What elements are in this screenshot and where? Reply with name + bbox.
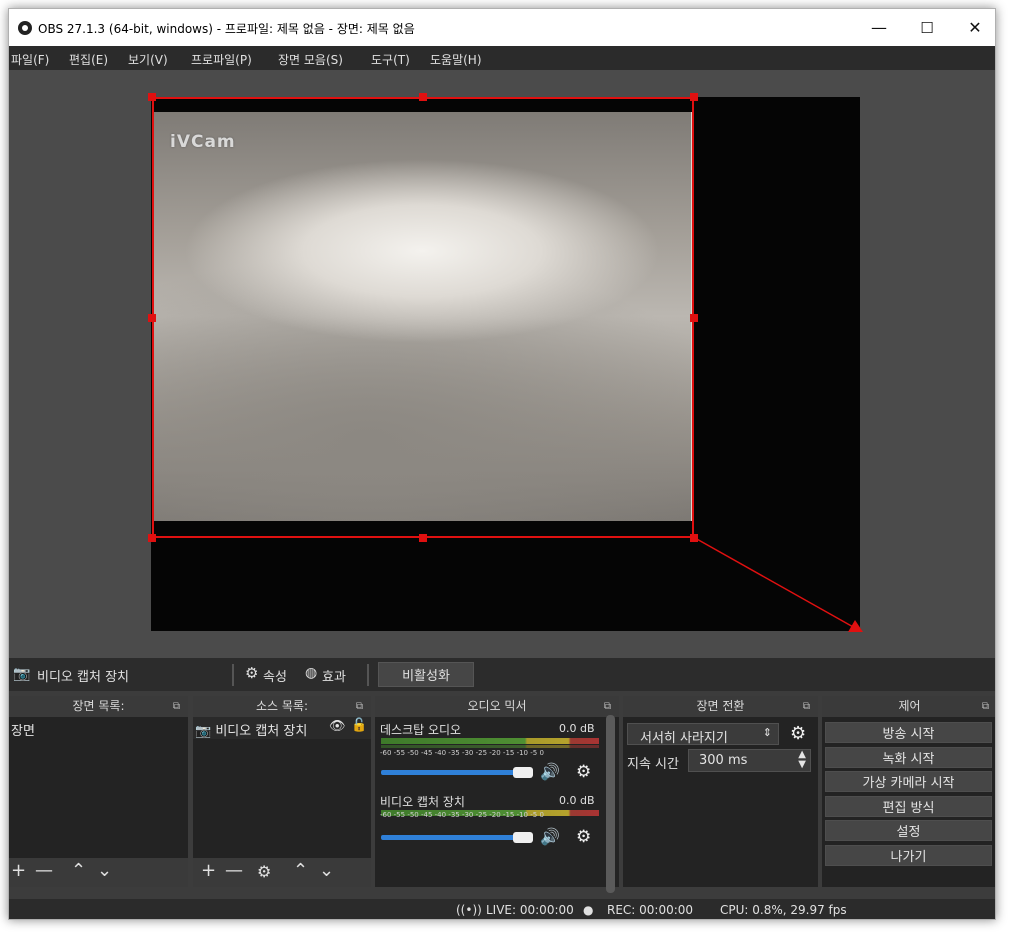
cpu-fps-readout: CPU: 0.8%, 29.97 fps	[720, 903, 847, 917]
transition-selected-value: 서서히 사라지기	[640, 731, 728, 746]
undock-icon[interactable]: ⧉	[604, 696, 611, 717]
controls-title: 제어	[898, 699, 921, 713]
window-title: OBS 27.1.3 (64-bit, windows) - 프로파일: 제목 …	[38, 22, 415, 36]
move-up-icon[interactable]: ⌃	[71, 860, 86, 881]
scene-item[interactable]: 장면	[9, 717, 188, 739]
selected-source-name: 비디오 캡처 장치	[37, 670, 129, 685]
menu-scene-collection[interactable]: 장면 모음(S)	[278, 51, 343, 68]
exit-button[interactable]: 나가기	[825, 845, 992, 866]
live-icon: ((•))	[456, 903, 482, 917]
gear-icon[interactable]: ⚙	[576, 827, 591, 847]
mixer-channel-db: 0.0 dB	[559, 722, 595, 735]
mixer-channel-name: 비디오 캡처 장치	[380, 795, 465, 809]
start-virtual-camera-button[interactable]: 가상 카메라 시작	[825, 771, 992, 792]
meter-scale: -60 -55 -50 -45 -40 -35 -30 -25 -20 -15 …	[380, 811, 544, 819]
close-button[interactable]: ✕	[951, 9, 995, 46]
volume-slider-handle[interactable]	[513, 832, 533, 843]
sources-dock-title: 소스 목록: ⧉	[193, 696, 371, 717]
duration-spinbox[interactable]: 300 ms ▲ ▼	[688, 749, 811, 772]
mixer-scrollbar[interactable]	[606, 715, 615, 893]
obs-window: OBS 27.1.3 (64-bit, windows) - 프로파일: 제목 …	[8, 8, 996, 920]
undock-icon[interactable]: ⧉	[803, 696, 810, 717]
volume-meter	[381, 745, 599, 748]
move-down-icon[interactable]: ⌄	[97, 860, 112, 881]
deactivate-button[interactable]: 비활성화	[378, 662, 474, 687]
transitions-dock-title: 장면 전환 ⧉	[623, 696, 818, 717]
properties-button[interactable]: 속성	[263, 666, 287, 685]
stepper-arrows-icon[interactable]: ▲ ▼	[798, 750, 806, 770]
start-streaming-button[interactable]: 방송 시작	[825, 722, 992, 743]
source-toolbar: 📷 비디오 캡처 장치 ⚙ 속성 ◍ 효과 비활성화	[9, 658, 995, 691]
source-item-label: 비디오 캡처 장치	[215, 724, 308, 739]
sources-toolbar: + — ⚙ ⌃ ⌄	[193, 858, 371, 887]
gear-icon[interactable]: ⚙	[245, 664, 258, 682]
lock-icon[interactable]: 🔓	[351, 718, 367, 733]
menu-view[interactable]: 보기(V)	[128, 51, 168, 68]
mixer-channel-name: 데스크탑 오디오	[380, 723, 462, 737]
gear-icon[interactable]: ⚙	[576, 762, 591, 782]
mixer-dock-title: 오디오 믹서 ⧉	[375, 696, 619, 717]
volume-meter	[381, 738, 599, 744]
filter-icon[interactable]: ◍	[305, 665, 317, 681]
speaker-icon[interactable]: 🔊	[540, 762, 560, 781]
studio-mode-button[interactable]: 편집 방식	[825, 796, 992, 817]
gear-icon[interactable]: ⚙	[790, 723, 806, 744]
camera-icon: 📷	[13, 666, 31, 682]
volume-slider-handle[interactable]	[513, 767, 533, 778]
volume-slider[interactable]	[381, 770, 521, 775]
controls-dock-title: 제어 ⧉	[822, 696, 995, 717]
status-bar: ((•)) LIVE: 00:00:00 ● REC: 00:00:00 CPU…	[9, 899, 995, 919]
transitions-title: 장면 전환	[696, 699, 745, 713]
toolbar-divider	[232, 664, 234, 686]
camera-icon: 📷	[195, 724, 212, 739]
source-item[interactable]: 📷 비디오 캡처 장치 👁 🔓	[193, 717, 371, 739]
remove-source-icon[interactable]: —	[225, 860, 243, 881]
settings-button[interactable]: 설정	[825, 820, 992, 841]
undock-icon[interactable]: ⧉	[356, 696, 363, 717]
filters-button[interactable]: 효과	[322, 666, 346, 685]
undock-icon[interactable]: ⧉	[982, 696, 989, 717]
duration-label: 지속 시간	[627, 757, 679, 772]
undock-icon[interactable]: ⧉	[173, 696, 180, 717]
rec-timer: REC: 00:00:00	[607, 903, 694, 917]
updown-arrows-icon: ⇕	[762, 726, 772, 739]
start-recording-button[interactable]: 녹화 시작	[825, 747, 992, 768]
add-source-icon[interactable]: +	[201, 860, 216, 881]
preview-area[interactable]: iVCam	[9, 70, 995, 658]
scenes-dock: 장면 목록: ⧉ 장면 + — ⌃ ⌄	[9, 696, 188, 887]
menu-file[interactable]: 파일(F)	[11, 51, 49, 68]
live-timer: LIVE: 00:00:00	[486, 903, 574, 917]
scenes-toolbar: + — ⌃ ⌄	[9, 858, 188, 887]
scenes-dock-title: 장면 목록: ⧉	[9, 696, 188, 717]
meter-scale: -60 -55 -50 -45 -40 -35 -30 -25 -20 -15 …	[380, 749, 544, 757]
transition-select[interactable]: 서서히 사라지기 ⇕	[627, 723, 779, 746]
maximize-button[interactable]: ☐	[903, 9, 951, 46]
scenes-title: 장면 목록:	[72, 699, 125, 713]
gear-icon[interactable]: ⚙	[257, 862, 271, 881]
speaker-icon[interactable]: 🔊	[540, 827, 560, 846]
title-bar: OBS 27.1.3 (64-bit, windows) - 프로파일: 제목 …	[9, 9, 995, 46]
move-up-icon[interactable]: ⌃	[293, 860, 308, 881]
sources-title: 소스 목록:	[255, 699, 309, 713]
menu-help[interactable]: 도움말(H)	[430, 51, 482, 68]
remove-scene-icon[interactable]: —	[35, 860, 53, 881]
mixer-title: 오디오 믹서	[467, 699, 527, 713]
toolbar-divider	[367, 664, 369, 686]
volume-slider[interactable]	[381, 835, 521, 840]
obs-logo-icon	[18, 21, 32, 35]
minimize-button[interactable]: —	[855, 9, 903, 46]
duration-value: 300 ms	[699, 753, 748, 768]
add-scene-icon[interactable]: +	[11, 860, 26, 881]
sources-dock: 소스 목록: ⧉ 📷 비디오 캡처 장치 👁 🔓 + — ⚙ ⌃ ⌄	[193, 696, 371, 887]
mixer-channel-db: 0.0 dB	[559, 794, 595, 807]
menu-bar: 파일(F) 편집(E) 보기(V) 프로파일(P) 장면 모음(S) 도구(T)…	[9, 46, 995, 70]
menu-edit[interactable]: 편집(E)	[69, 51, 108, 68]
rec-dot-icon: ●	[583, 903, 594, 917]
move-down-icon[interactable]: ⌄	[319, 860, 334, 881]
bounds-guide-line	[694, 537, 863, 632]
eye-icon[interactable]: 👁	[329, 719, 346, 734]
menu-profile[interactable]: 프로파일(P)	[191, 51, 252, 68]
menu-tools[interactable]: 도구(T)	[371, 51, 410, 68]
